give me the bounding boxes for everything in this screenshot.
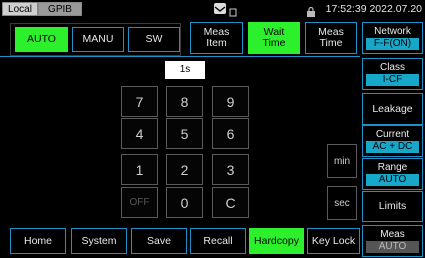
leakage-button[interactable]: Leakage [362, 93, 423, 125]
key-1[interactable]: 1 [121, 154, 158, 185]
key-0[interactable]: 0 [166, 187, 203, 218]
hardcopy-button[interactable]: Hardcopy [249, 228, 304, 254]
manu-button[interactable]: MANU [72, 27, 124, 52]
meas-label: Meas [380, 229, 405, 240]
limits-button[interactable]: Limits [362, 191, 423, 222]
system-button[interactable]: System [71, 228, 127, 254]
usb-icon [229, 4, 237, 17]
key-8[interactable]: 8 [166, 86, 203, 117]
tab-meas-time[interactable]: Meas Time [305, 22, 357, 54]
date-time: 17:52:39 2022.07.20 [325, 3, 422, 15]
range-label: Range [377, 162, 408, 173]
key-lock-button[interactable]: Key Lock [307, 228, 360, 254]
key-6[interactable]: 6 [212, 118, 249, 149]
unit-sec-button[interactable]: sec [327, 186, 357, 220]
key-clear[interactable]: C [212, 187, 249, 218]
mail-icon [214, 3, 226, 14]
home-button[interactable]: Home [10, 228, 66, 254]
tab-meas-item[interactable]: Meas Item [190, 22, 243, 54]
current-label: Current [375, 129, 410, 140]
class-label: Class [379, 62, 405, 73]
auto-button[interactable]: AUTO [15, 27, 68, 52]
key-4[interactable]: 4 [121, 118, 158, 149]
key-3[interactable]: 3 [212, 154, 249, 185]
key-5[interactable]: 5 [166, 118, 203, 149]
network-label: Network [374, 26, 411, 37]
current-value: AC + DC [366, 141, 419, 153]
range-button[interactable]: Range AUTO [362, 158, 423, 190]
gpib-indicator: GPIB [38, 2, 82, 16]
key-2[interactable]: 2 [166, 154, 203, 185]
save-button[interactable]: Save [131, 228, 187, 254]
current-button[interactable]: Current AC + DC [362, 125, 423, 157]
status-bar: Local GPIB 17:52:39 2022.07.20 [0, 0, 425, 18]
key-off[interactable]: OFF [121, 187, 158, 218]
recall-button[interactable]: Recall [190, 228, 246, 254]
entry-value-field[interactable]: 1s [165, 61, 205, 79]
sw-button[interactable]: SW [128, 27, 180, 52]
lock-icon [306, 4, 316, 17]
key-7[interactable]: 7 [121, 86, 158, 117]
meas-value: AUTO [366, 241, 419, 253]
meas-button[interactable]: Meas AUTO [362, 225, 423, 257]
key-9[interactable]: 9 [212, 86, 249, 117]
class-value: I-CF [366, 74, 419, 86]
class-button[interactable]: Class I-CF [362, 58, 423, 90]
range-value: AUTO [366, 174, 419, 186]
network-value: F-F(ON) [366, 38, 419, 50]
local-indicator: Local [2, 2, 38, 16]
network-button[interactable]: Network F-F(ON) [362, 22, 423, 54]
unit-min-button[interactable]: min [327, 144, 357, 178]
tab-wait-time[interactable]: Wait Time [248, 22, 300, 54]
